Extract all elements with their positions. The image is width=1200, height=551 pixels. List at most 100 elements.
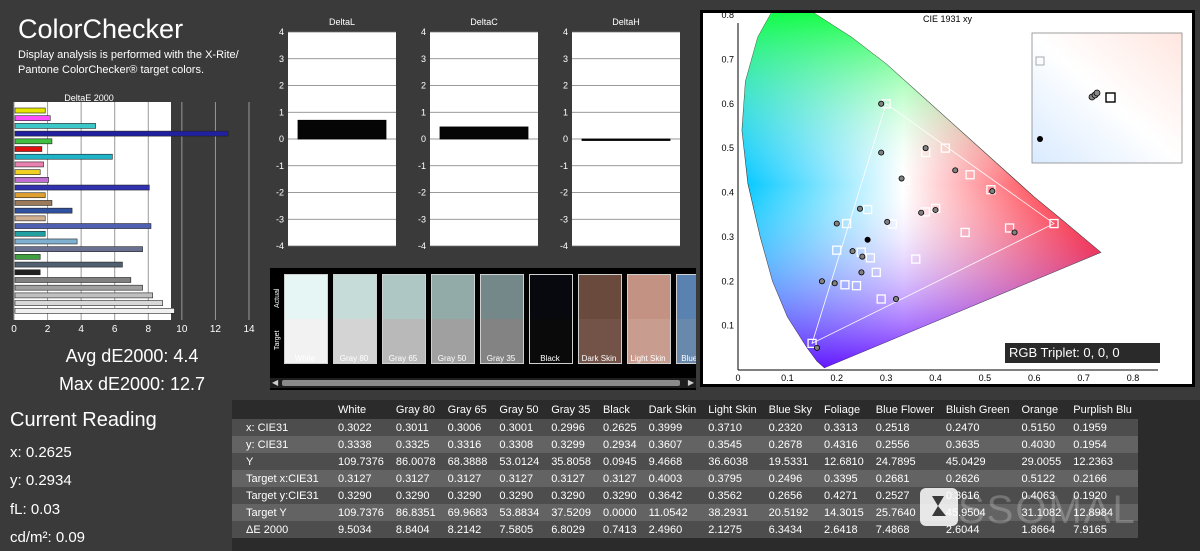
delta-y-tick: 2 <box>421 81 426 91</box>
swatch-actual <box>285 275 327 319</box>
current-reading-y: y: 0.2934 <box>10 472 72 489</box>
deltae-x-tick: 8 <box>146 324 152 335</box>
deltae-bar <box>14 300 164 306</box>
table-cell: 0.3127 <box>545 470 597 487</box>
deltah-chart: DeltaH 4 3 2 1 0 -1 -2 -3 -4 <box>560 17 680 251</box>
deltae-bar <box>14 107 46 114</box>
swatch-dark-skin[interactable] <box>578 274 622 364</box>
cie-measured-point <box>989 188 996 195</box>
swatch-gray-80[interactable] <box>333 274 377 364</box>
table-row: Target x:CIE31 0.3127 0.3127 0.3127 0.3127 0.… <box>232 470 1138 487</box>
table-cell: 109.7376 <box>332 453 390 470</box>
table-cell: 0.0000 <box>596 504 643 521</box>
table-cell: 12.6810 <box>818 453 870 470</box>
scrollbar-thumb[interactable] <box>282 380 680 386</box>
table-cell: 0.0945 <box>596 453 643 470</box>
cie-y-tick: 0.5 <box>721 143 734 153</box>
table-cell: 0.2496 <box>762 470 819 487</box>
table-cell: 0.4316 <box>818 436 870 453</box>
delta-y-tick: -3 <box>276 214 284 224</box>
table-row-label: Target Y <box>232 504 332 521</box>
table-cell: 7.5805 <box>493 521 546 538</box>
swatch-label: Gray 35 <box>486 354 516 363</box>
delta-y-tick: 0 <box>421 134 426 144</box>
table-cell: 9.4668 <box>642 453 703 470</box>
deltae-bar <box>14 238 78 245</box>
scroll-right-arrow-icon[interactable]: ▶ <box>688 378 694 388</box>
cie-y-tick: 0.6 <box>721 99 734 109</box>
table-cell: 0.3127 <box>332 470 390 487</box>
delta-y-tick: -1 <box>418 161 426 171</box>
table-cell: 68.3888 <box>441 453 494 470</box>
delta-chart-title: DeltaH <box>612 17 640 27</box>
deltae-bar <box>14 153 113 160</box>
table-cell: 11.0542 <box>642 504 703 521</box>
deltae-x-tick: 14 <box>243 324 255 335</box>
cie-zoom-inset <box>1031 32 1183 164</box>
cie-x-tick: 0.7 <box>1077 373 1090 383</box>
delta-bar <box>297 119 387 140</box>
deltae-x-tick: 6 <box>112 324 118 335</box>
table-row: y: CIE31 0.3338 0.3325 0.3316 0.3308 0.3299 0.… <box>232 436 1138 453</box>
deltae-x-tick: 10 <box>176 324 188 335</box>
ssomal-logo <box>920 488 958 526</box>
deltae-bar <box>14 192 46 199</box>
table-cell: 2.6418 <box>818 521 870 538</box>
table-cell: 53.0124 <box>493 453 546 470</box>
swatch-white[interactable] <box>284 274 328 364</box>
deltae-bar <box>14 284 143 291</box>
cie-measured-point <box>818 278 825 285</box>
table-cell: 0.3001 <box>493 419 546 436</box>
delta-y-tick: 4 <box>279 27 284 37</box>
scroll-left-arrow-icon[interactable]: ◀ <box>272 378 278 388</box>
cie-measured-point <box>884 218 891 225</box>
table-cell: 0.1954 <box>1067 436 1138 453</box>
cie-measured-point <box>1011 229 1018 236</box>
table-cell: 0.3308 <box>493 436 546 453</box>
table-cell: 0.2518 <box>869 419 940 436</box>
swatch-black[interactable] <box>529 274 573 364</box>
deltae-bar <box>14 161 44 168</box>
swatch-actual <box>383 275 425 319</box>
swatch-actual <box>579 275 621 319</box>
table-cell: 24.7895 <box>869 453 940 470</box>
delta-bar <box>581 138 671 141</box>
swatch-light-skin[interactable] <box>627 274 671 364</box>
table-cell: 38.2931 <box>702 504 763 521</box>
swatch-actual <box>334 275 376 319</box>
swatch-strip[interactable]: Actual Target White Gray 80 Gray 65 Gray 50… <box>270 268 696 390</box>
table-row-label: x: CIE31 <box>232 419 332 436</box>
swatch-gray-65[interactable] <box>382 274 426 364</box>
deltae-bar <box>14 261 123 268</box>
cie-x-tick: 0.5 <box>979 373 992 383</box>
table-cell: 0.3299 <box>545 436 597 453</box>
table-cell: 35.8058 <box>545 453 597 470</box>
table-row-label: Y <box>232 453 332 470</box>
table-cell: 0.3290 <box>493 487 546 504</box>
table-cell: 45.0429 <box>939 453 1016 470</box>
deltae-bar <box>14 200 53 206</box>
cie-x-tick: 0.3 <box>880 373 893 383</box>
table-header-cell <box>232 400 332 419</box>
swatch-scrollbar[interactable]: ◀ ▶ <box>270 378 696 388</box>
cie-y-tick: 0.2 <box>721 276 734 286</box>
swatch-actual <box>530 275 572 319</box>
swatch-label: Light Skin <box>630 354 666 363</box>
table-row: Y 109.7376 86.0078 68.3888 53.0124 35.8058 0.0… <box>232 453 1138 470</box>
table-cell: 0.3127 <box>596 470 643 487</box>
delta-y-tick: -4 <box>418 241 426 251</box>
cie-diagram-title: CIE 1931 xy <box>922 14 973 24</box>
deltac-chart: DeltaC 4 3 2 1 0 -1 -2 -3 -4 <box>418 17 538 251</box>
table-header-cell: Bluish Green <box>939 400 1016 419</box>
swatch-label: Blue Sky <box>681 354 696 363</box>
swatch-gray-50[interactable] <box>431 274 475 364</box>
delta-y-tick: 3 <box>563 54 568 64</box>
delta-y-tick: -2 <box>418 188 426 198</box>
delta-chart-title: DeltaL <box>329 17 355 27</box>
delta-y-tick: -4 <box>560 241 568 251</box>
table-cell: 20.5192 <box>762 504 819 521</box>
swatch-gray-35[interactable] <box>480 274 524 364</box>
cie-measured-point <box>892 295 899 302</box>
table-cell: 0.3022 <box>332 419 390 436</box>
swatch-blue-sky[interactable] <box>676 274 696 364</box>
